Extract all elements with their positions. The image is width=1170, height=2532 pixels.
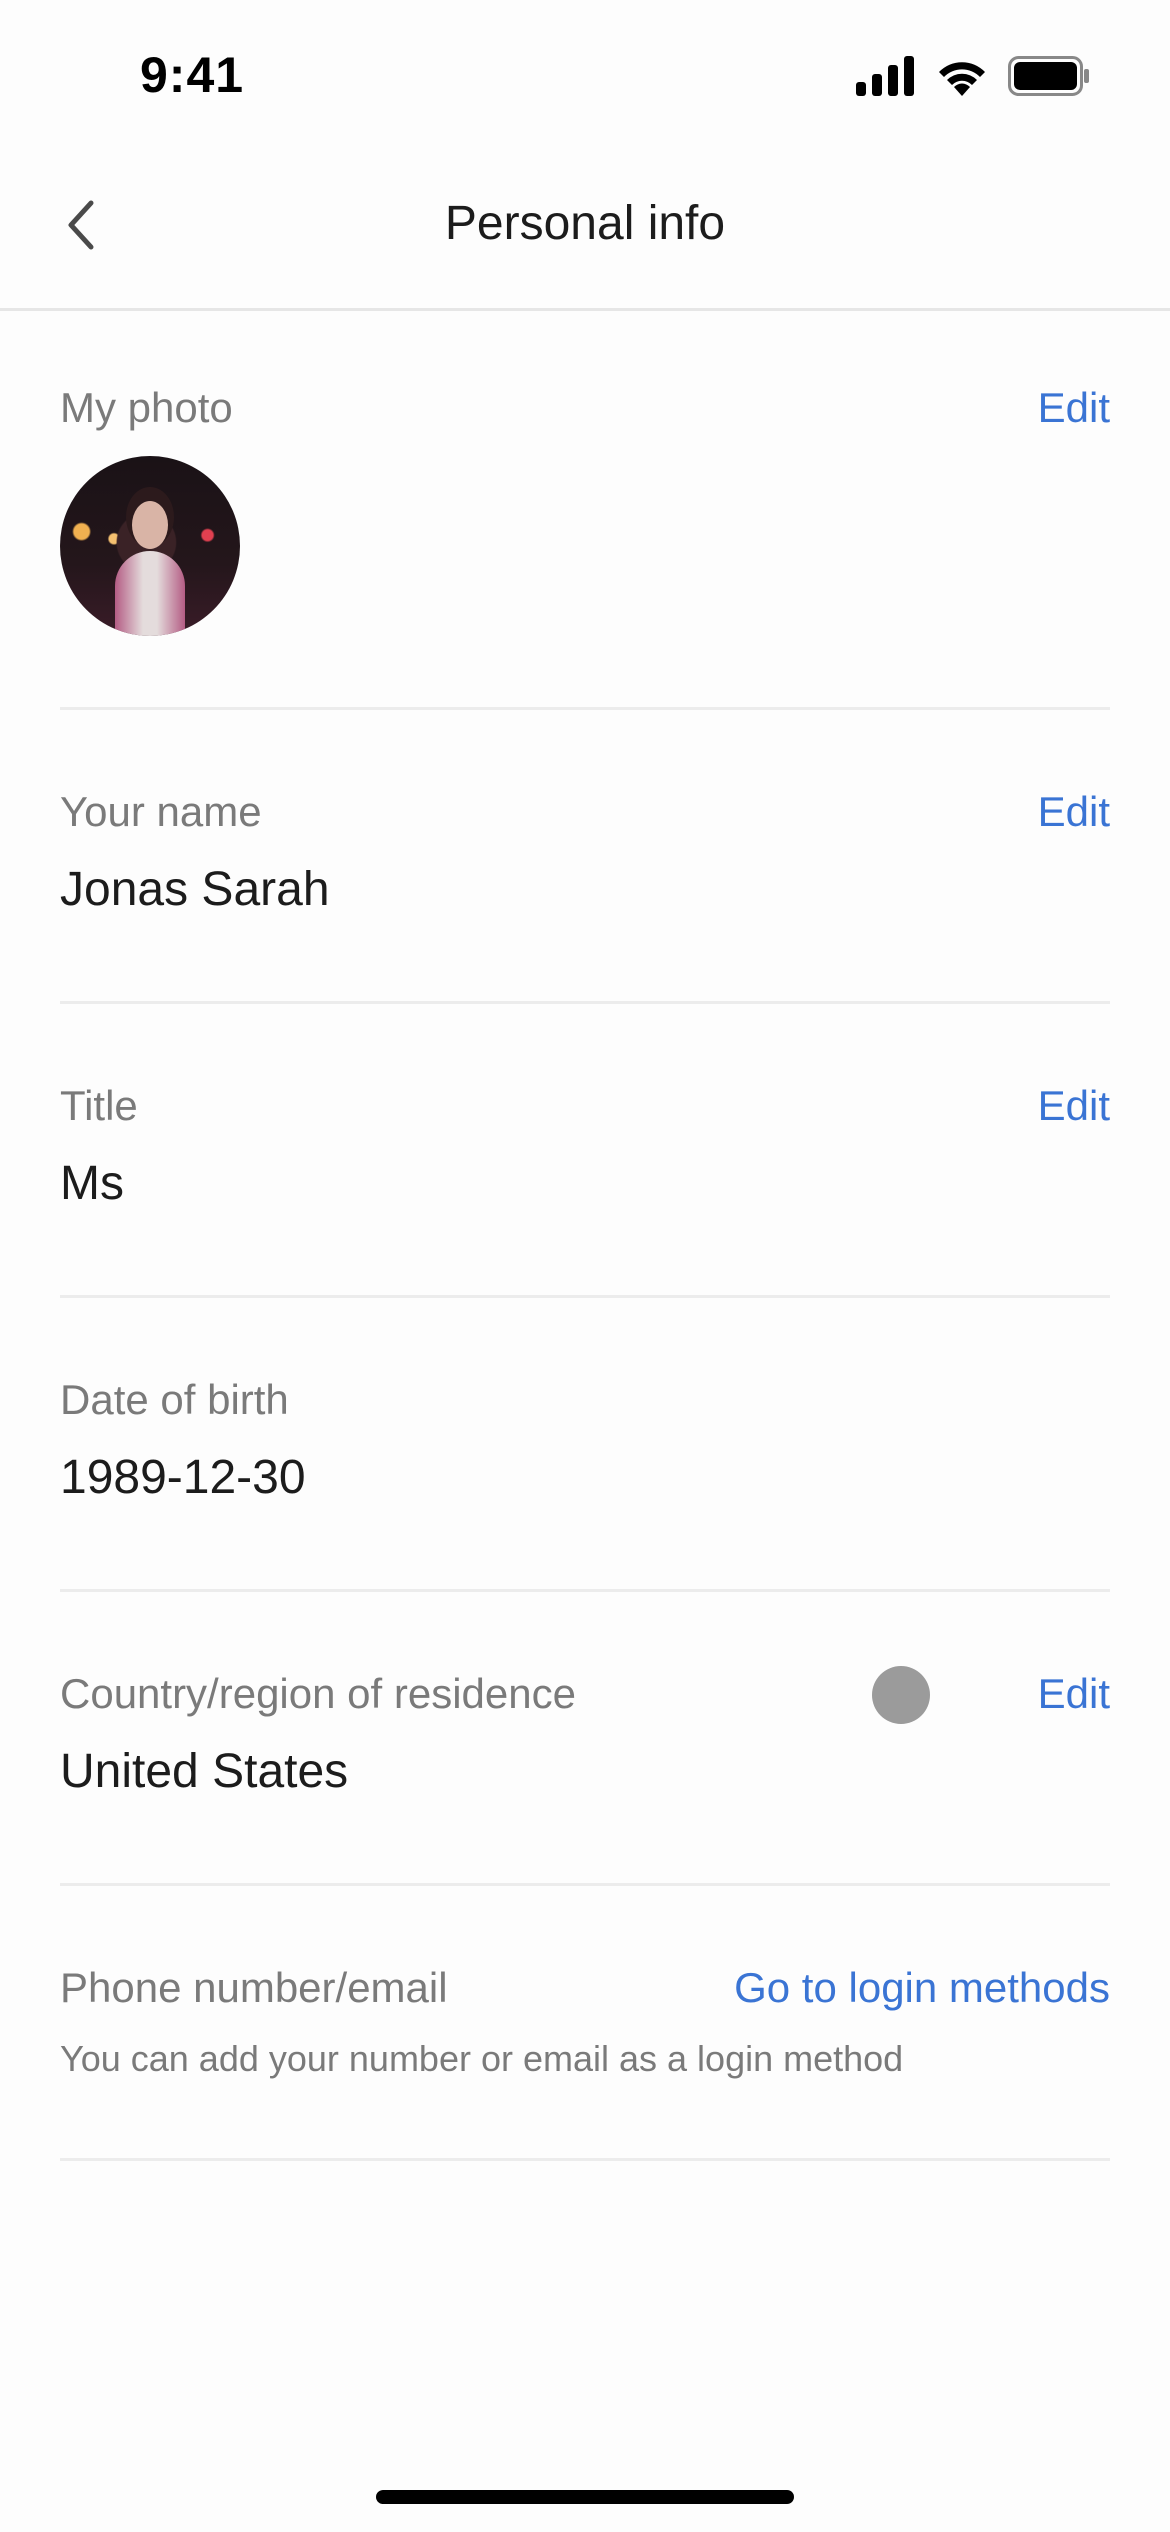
home-indicator[interactable] (376, 2490, 794, 2504)
contact-note: You can add your number or email as a lo… (60, 2038, 904, 2079)
nav-bar: Personal info (0, 150, 1170, 311)
avatar-head (132, 501, 168, 549)
wifi-icon (939, 62, 985, 96)
status-time: 9:41 (140, 47, 245, 103)
country-value: United States (60, 1745, 349, 1798)
edit-title-button[interactable]: Edit (1038, 1082, 1110, 1130)
dob-value: 1989-12-30 (60, 1451, 306, 1504)
contact-label: Phone number/email (60, 1964, 448, 2011)
name-label: Your name (60, 788, 262, 835)
signal-icon (856, 56, 914, 96)
loading-indicator-icon (872, 1666, 930, 1724)
row-title: Title Edit Ms (60, 1004, 1110, 1298)
status-icons (856, 56, 1090, 96)
status-bar: 9:41 (0, 0, 1170, 150)
edit-photo-button[interactable]: Edit (1038, 384, 1110, 432)
row-date-of-birth: Date of birth 1989-12-30 (60, 1298, 1110, 1592)
row-country: Country/region of residence Edit United … (60, 1592, 1110, 1886)
page-title: Personal info (444, 197, 726, 250)
battery-icon (1008, 56, 1089, 96)
edit-country-button[interactable]: Edit (1038, 1670, 1110, 1718)
title-value: Ms (60, 1157, 124, 1210)
edit-name-button[interactable]: Edit (1038, 788, 1110, 836)
row-contact: Phone number/email Go to login methods Y… (60, 1886, 1110, 2161)
name-value: Jonas Sarah (60, 863, 330, 916)
row-your-name: Your name Edit Jonas Sarah (60, 710, 1110, 1004)
country-label: Country/region of residence (60, 1670, 576, 1717)
title-label: Title (60, 1082, 138, 1129)
row-my-photo: My photo Edit (60, 310, 1110, 710)
avatar[interactable] (60, 456, 240, 636)
personal-info-list: My photo Edit Your name Edit Jonas Sarah… (60, 310, 1110, 2161)
photo-label: My photo (60, 384, 233, 431)
avatar-figure (115, 551, 185, 636)
dob-label: Date of birth (60, 1376, 289, 1423)
go-to-login-methods-link[interactable]: Go to login methods (734, 1964, 1110, 2012)
